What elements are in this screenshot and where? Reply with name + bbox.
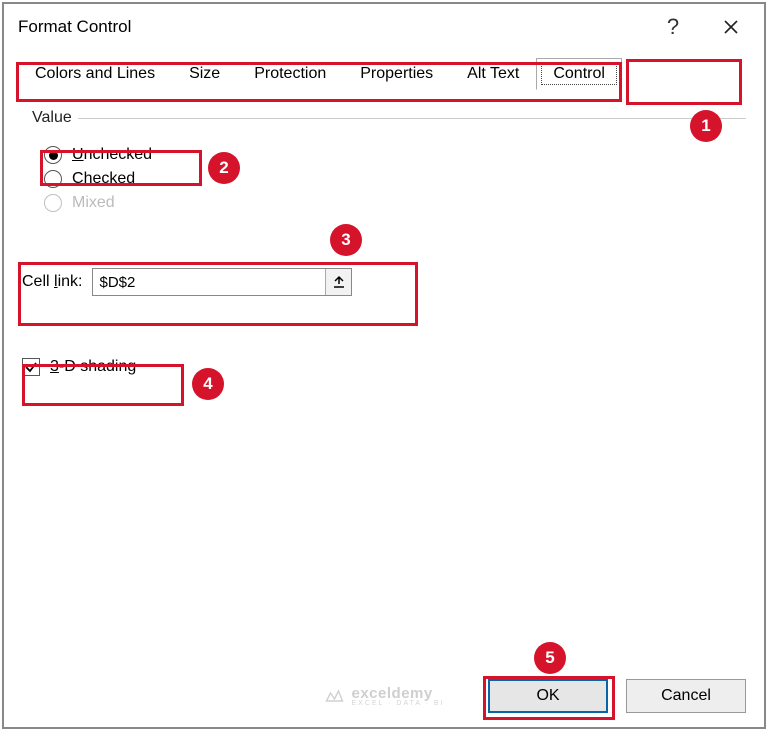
- dialog-title: Format Control: [18, 17, 644, 37]
- tab-properties[interactable]: Properties: [343, 58, 450, 90]
- control-panel: Value Unchecked Checked Mixed Cell link:…: [4, 90, 764, 376]
- radio-unchecked[interactable]: Unchecked: [44, 146, 732, 164]
- tab-colors-and-lines[interactable]: Colors and Lines: [18, 58, 172, 90]
- annotation-badge-5: 5: [534, 642, 566, 674]
- value-legend: Value: [26, 109, 78, 127]
- range-picker-button[interactable]: [325, 269, 351, 295]
- cell-link-label: Cell link:: [22, 273, 82, 291]
- check-icon: [24, 360, 38, 374]
- radio-icon: [44, 146, 62, 164]
- cell-link-input[interactable]: $D$2: [92, 268, 352, 296]
- range-picker-icon: [332, 275, 346, 289]
- cell-link-value: $D$2: [93, 274, 325, 291]
- format-control-dialog: Format Control ? Colors and Lines Size P…: [2, 2, 766, 729]
- tab-size[interactable]: Size: [172, 58, 237, 90]
- tab-protection[interactable]: Protection: [237, 58, 343, 90]
- button-bar: OK Cancel: [488, 679, 746, 713]
- shading-label: 3-D shading: [50, 358, 136, 376]
- radio-icon: [44, 194, 62, 212]
- value-group: Value Unchecked Checked Mixed: [22, 120, 746, 232]
- watermark: exceldemy EXCEL · DATA · BI: [324, 685, 445, 707]
- tab-alt-text[interactable]: Alt Text: [450, 58, 536, 90]
- cell-link-row: Cell link: $D$2: [22, 268, 746, 296]
- radio-checked-label: Checked: [72, 170, 135, 188]
- checkbox-icon: [22, 358, 40, 376]
- tab-bar: Colors and Lines Size Protection Propert…: [18, 58, 750, 90]
- watermark-icon: [324, 687, 346, 705]
- radio-icon: [44, 170, 62, 188]
- tab-control[interactable]: Control: [536, 58, 622, 90]
- help-button[interactable]: ?: [644, 5, 702, 49]
- radio-mixed: Mixed: [44, 194, 732, 212]
- ok-button[interactable]: OK: [488, 679, 608, 713]
- cancel-button[interactable]: Cancel: [626, 679, 746, 713]
- close-icon: [723, 19, 739, 35]
- shading-checkbox-row[interactable]: 3-D shading: [22, 358, 746, 376]
- titlebar: Format Control ?: [4, 4, 764, 50]
- radio-mixed-label: Mixed: [72, 194, 115, 212]
- close-button[interactable]: [702, 5, 760, 49]
- radio-unchecked-label: Unchecked: [72, 146, 152, 164]
- radio-checked[interactable]: Checked: [44, 170, 732, 188]
